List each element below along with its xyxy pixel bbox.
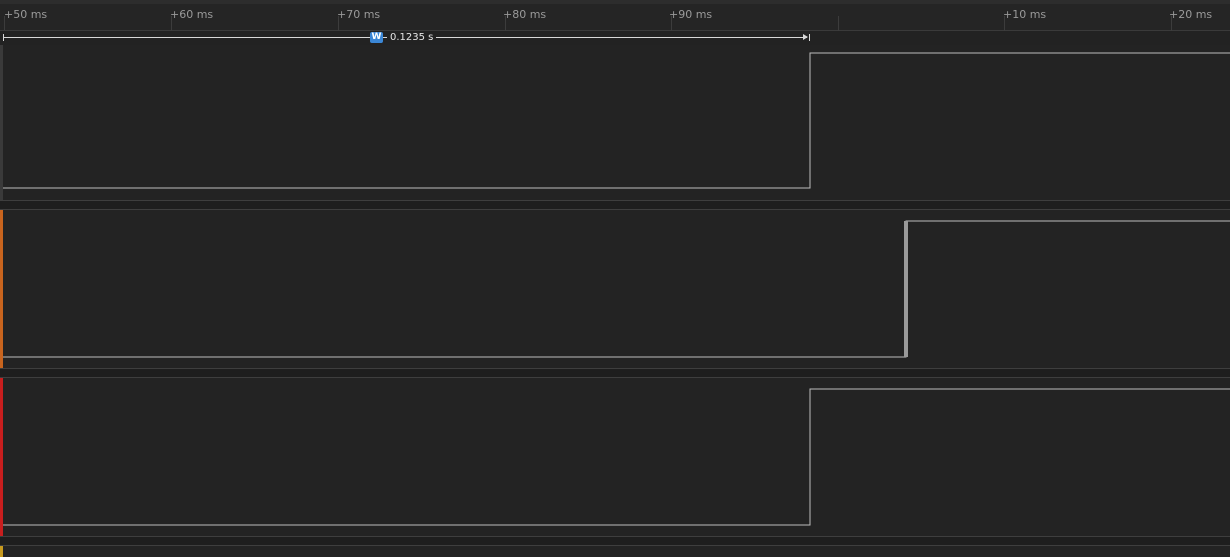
channel-lane-0[interactable] — [0, 45, 1230, 200]
channel-2-waveform — [3, 388, 1230, 526]
tick-label: +70 ms — [337, 8, 381, 21]
tick-label: +90 ms — [669, 8, 713, 21]
channel-3-color-marker — [0, 546, 3, 557]
lane-separator — [0, 368, 1230, 378]
tick-label: +80 ms — [503, 8, 547, 21]
width-measure-badge[interactable]: W — [370, 32, 383, 43]
measurement-end-marker — [809, 34, 810, 41]
lane-separator — [0, 536, 1230, 546]
time-ruler[interactable]: +50 ms +60 ms +70 ms +80 ms +90 ms +10 m… — [0, 0, 1230, 31]
measurement-arrow-icon — [803, 34, 808, 40]
logic-analyzer-window: +50 ms +60 ms +70 ms +80 ms +90 ms +10 m… — [0, 0, 1230, 557]
lane-separator — [0, 200, 1230, 210]
tick-label: +20 ms — [1169, 8, 1213, 21]
tick-mark — [838, 16, 839, 31]
channel-1-waveform — [3, 220, 1230, 358]
measurement-row[interactable]: W 0.1235 s — [0, 31, 1230, 45]
channel-lane-1[interactable] — [0, 210, 1230, 368]
tick-label: +10 ms — [1003, 8, 1047, 21]
channel-lane-2[interactable] — [0, 378, 1230, 536]
channel-1-edge-highlight — [904, 221, 908, 357]
channel-0-waveform — [3, 52, 1230, 189]
channel-lane-3[interactable] — [0, 546, 1230, 557]
measurement-value: 0.1235 s — [387, 31, 437, 44]
tick-label: +50 ms — [4, 8, 48, 21]
tick-label: +60 ms — [170, 8, 214, 21]
